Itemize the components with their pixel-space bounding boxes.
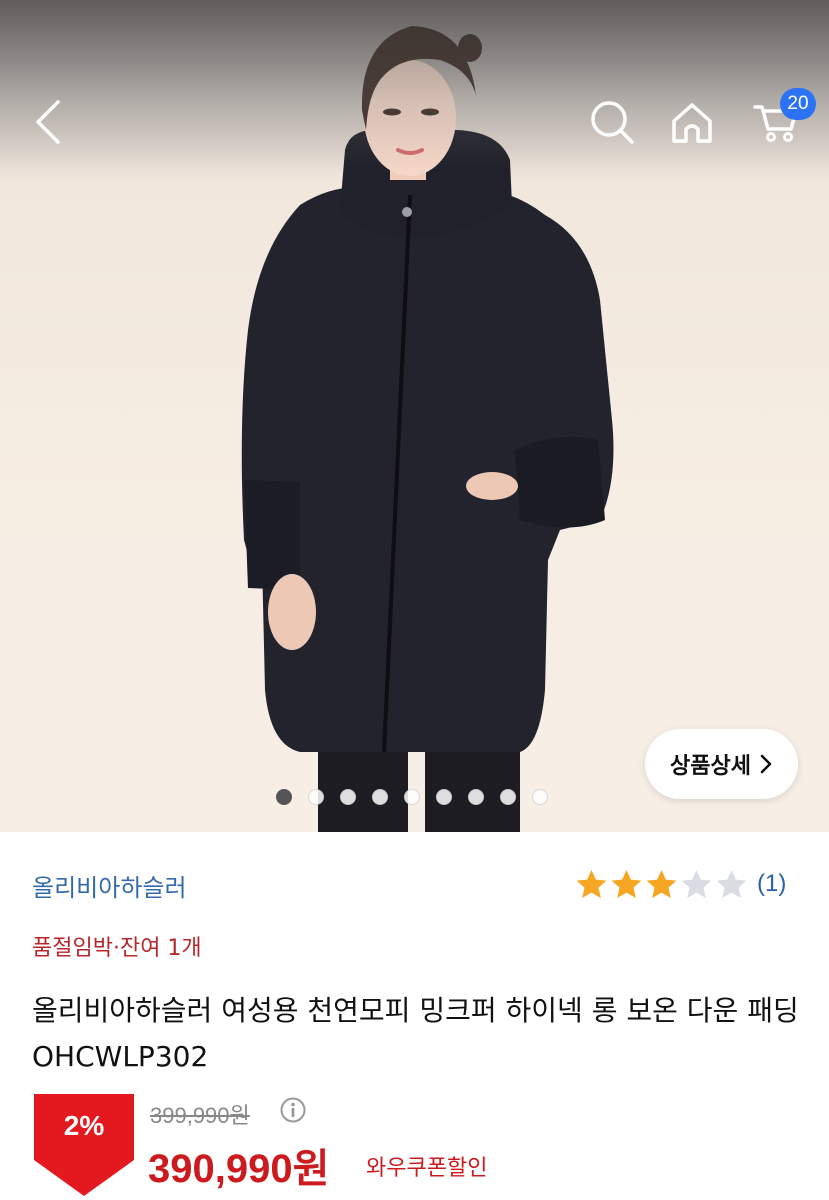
review-count[interactable]: (1) <box>757 870 786 898</box>
home-icon <box>672 103 712 143</box>
pagination-dot[interactable] <box>276 789 292 805</box>
pagination-dot[interactable] <box>468 789 484 805</box>
star-icon <box>611 870 642 898</box>
pagination-dot[interactable] <box>500 789 516 805</box>
product-detail-label: 상품상세 <box>670 754 751 779</box>
cart-count-badge: 20 <box>780 88 816 120</box>
discount-badge: 2% <box>30 1090 138 1200</box>
pagination-dot[interactable] <box>308 789 324 805</box>
product-image-gallery[interactable]: 20 상품상세 <box>0 0 829 832</box>
pagination-dot[interactable] <box>372 789 388 805</box>
search-icon <box>591 101 634 144</box>
cart-button[interactable]: 20 <box>744 88 816 152</box>
brand-link[interactable]: 올리비아하슬러 <box>32 868 187 903</box>
chevron-right-icon <box>760 754 772 774</box>
home-button[interactable] <box>664 92 720 152</box>
original-price: 399,990원 <box>150 1103 250 1128</box>
stock-notice: 품절임박·잔여 1개 <box>32 936 202 961</box>
coupon-discount-label: 와우쿠폰할인 <box>366 1156 488 1181</box>
chevron-left-icon <box>36 100 60 144</box>
back-button[interactable] <box>22 92 74 152</box>
product-info: 올리비아하슬러 (1) 품절임박·잔여 1개 올리비아하슬러 여성용 천연모피 … <box>0 832 829 1200</box>
gallery-pagination <box>276 789 548 805</box>
star-icon <box>576 870 607 898</box>
product-detail-button[interactable]: 상품상세 <box>645 729 798 799</box>
discount-rate: 2% <box>63 1110 105 1141</box>
star-icon <box>716 870 747 898</box>
pagination-dot[interactable] <box>436 789 452 805</box>
star-icon <box>646 870 677 898</box>
discount-badge-shape <box>34 1094 134 1196</box>
pagination-dot[interactable] <box>340 789 356 805</box>
star-icon <box>681 870 712 898</box>
product-title: 올리비아하슬러 여성용 천연모피 밍크퍼 하이넥 롱 보온 다운 패딩 OHCW… <box>32 994 799 1073</box>
pagination-dot[interactable] <box>532 789 548 805</box>
rating-stars <box>574 868 749 900</box>
search-button[interactable] <box>584 92 640 152</box>
rating[interactable]: (1) <box>574 868 786 900</box>
sale-price: 390,990원 <box>148 1147 330 1191</box>
info-icon[interactable] <box>279 1096 307 1124</box>
pagination-dot[interactable] <box>404 789 420 805</box>
